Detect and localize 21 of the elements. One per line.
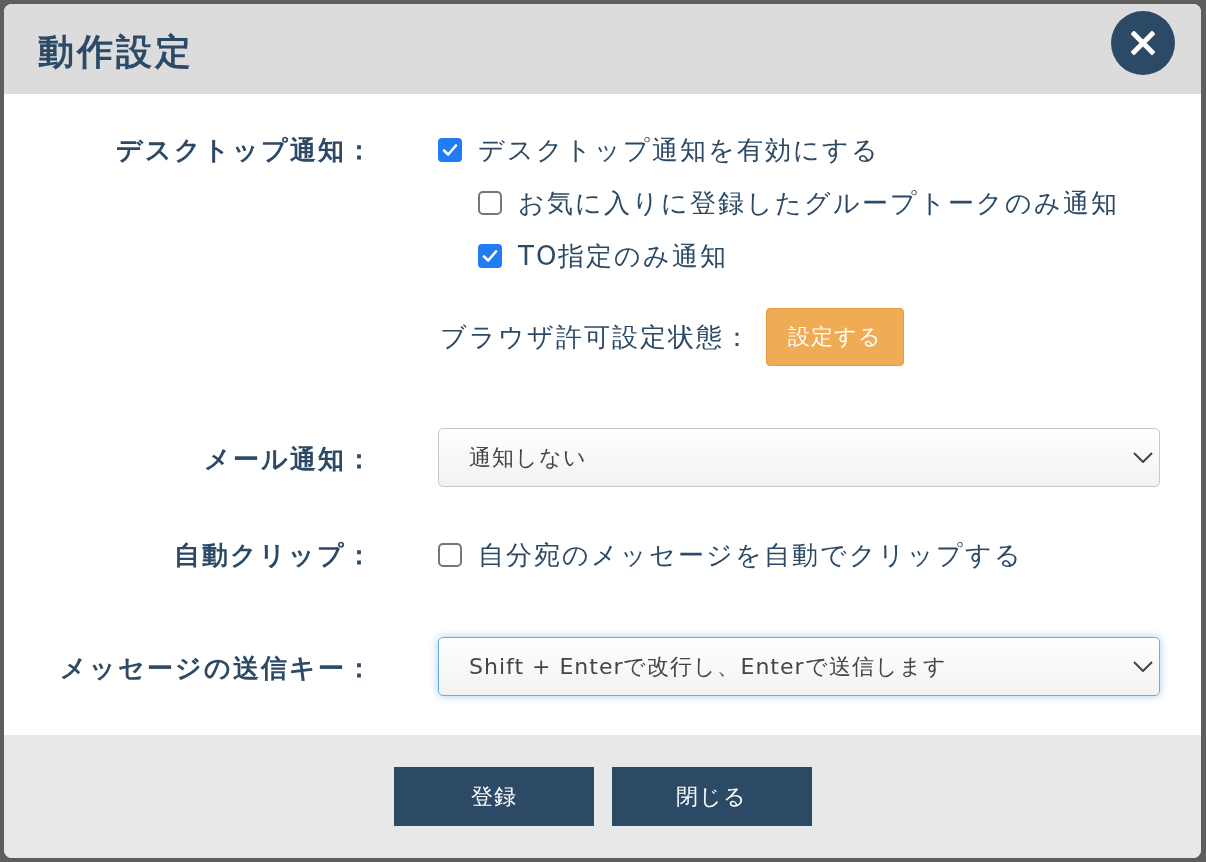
register-button[interactable]: 登録	[393, 767, 594, 826]
chevron-down-icon	[1133, 661, 1153, 672]
checkbox-label[interactable]: お気に入りに登録したグループトークのみ通知	[518, 183, 1119, 223]
setting-label: 自動クリップ：	[173, 539, 374, 572]
close-dialog-button[interactable]: 閉じる	[611, 767, 812, 826]
dialog-title: 動作設定	[38, 29, 194, 74]
checkbox[interactable]	[438, 543, 462, 567]
permission-label: ブラウザ許可設定状態：	[440, 320, 752, 354]
checkbox[interactable]	[438, 138, 462, 162]
checkbox[interactable]	[478, 191, 502, 215]
checkbox-label[interactable]: デスクトップ通知を有効にする	[478, 130, 880, 170]
setting-label: メッセージの送信キー：	[59, 652, 374, 685]
setting-label: メール通知：	[203, 443, 374, 476]
setting-label: デスクトップ通知：	[115, 134, 374, 167]
checkbox-label[interactable]: TO指定のみ通知	[518, 236, 729, 276]
dropdown[interactable]: 通知しない	[438, 428, 1160, 487]
checkbox[interactable]	[478, 244, 502, 268]
checkbox-label[interactable]: 自分宛のメッセージを自動でクリップする	[478, 535, 1023, 575]
chevron-down-icon	[1133, 452, 1153, 463]
close-icon	[1131, 31, 1155, 55]
dropdown[interactable]: Shift + Enterで改行し、Enterで送信します	[438, 637, 1160, 696]
